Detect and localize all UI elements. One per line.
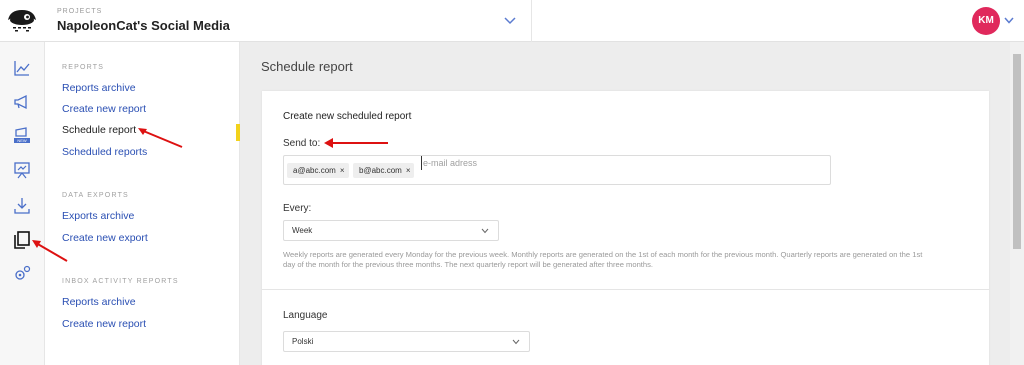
- reports-menu: REPORTS Reports archive Create new repor…: [45, 42, 240, 365]
- schedule-form-card: Create new scheduled report Send to: a@a…: [262, 91, 989, 365]
- reports-section-title: REPORTS: [62, 64, 105, 71]
- settings-icon[interactable]: [12, 264, 32, 284]
- frequency-select[interactable]: Week: [283, 220, 499, 241]
- napoleoncat-logo[interactable]: [4, 3, 40, 39]
- email-input[interactable]: [421, 156, 721, 170]
- language-label: Language: [283, 310, 328, 321]
- projects-label: PROJECTS: [57, 8, 103, 15]
- menu-item-reports-archive[interactable]: Reports archive: [62, 82, 136, 94]
- menu-item-inbox-reports-archive[interactable]: Reports archive: [62, 296, 136, 308]
- menu-item-scheduled-reports[interactable]: Scheduled reports: [62, 146, 147, 158]
- menu-item-create-new-export[interactable]: Create new export: [62, 232, 148, 244]
- scrollbar-thumb[interactable]: [1013, 54, 1021, 249]
- chevron-down-icon[interactable]: [503, 15, 517, 25]
- menu-item-exports-archive[interactable]: Exports archive: [62, 210, 134, 222]
- card-title: Create new scheduled report: [283, 111, 412, 122]
- annotation-arrow-icon: [324, 138, 388, 148]
- annotation-arrow-icon: [138, 128, 183, 148]
- header-divider: [531, 0, 532, 42]
- icon-rail: NEW: [0, 42, 45, 365]
- chevron-down-icon: [512, 339, 520, 345]
- menu-item-inbox-create-new-report[interactable]: Create new report: [62, 318, 146, 330]
- send-to-label: Send to:: [283, 138, 321, 149]
- language-select[interactable]: Polski: [283, 331, 530, 352]
- every-label: Every:: [283, 203, 312, 214]
- user-avatar[interactable]: KM: [972, 7, 1000, 35]
- email-recipients-field[interactable]: a@abc.com × b@abc.com ×: [283, 155, 831, 185]
- megaphone-icon[interactable]: [12, 92, 32, 112]
- page-title: Schedule report: [261, 59, 353, 74]
- inbox-section-title: INBOX ACTIVITY REPORTS: [62, 278, 179, 285]
- project-name: NapoleonCat's Social Media: [57, 18, 230, 33]
- menu-item-schedule-report[interactable]: Schedule report: [62, 124, 136, 136]
- chevron-down-icon[interactable]: [1003, 16, 1015, 25]
- main-content: Schedule report Create new scheduled rep…: [240, 42, 1024, 365]
- close-icon[interactable]: ×: [406, 166, 411, 175]
- frequency-help-text: Weekly reports are generated every Monda…: [283, 250, 923, 269]
- menu-item-create-new-report[interactable]: Create new report: [62, 103, 146, 115]
- annotation-arrow-icon: [32, 240, 68, 262]
- svg-text:NEW: NEW: [17, 138, 27, 143]
- frequency-select-value: Week: [292, 226, 313, 235]
- email-tag: a@abc.com ×: [287, 163, 349, 178]
- data-exports-section-title: DATA EXPORTS: [62, 192, 129, 199]
- close-icon[interactable]: ×: [340, 166, 345, 175]
- email-tag-text: a@abc.com: [293, 166, 336, 175]
- top-bar: PROJECTS NapoleonCat's Social Media KM: [0, 0, 1024, 42]
- email-tag: b@abc.com ×: [353, 163, 414, 178]
- analytics-icon[interactable]: [12, 58, 32, 78]
- project-selector[interactable]: PROJECTS NapoleonCat's Social Media: [57, 8, 230, 33]
- chevron-down-icon: [481, 228, 489, 234]
- email-tag-text: b@abc.com: [359, 166, 402, 175]
- presentation-icon[interactable]: [12, 160, 32, 180]
- reports-icon[interactable]: [12, 230, 32, 250]
- section-divider: [262, 289, 989, 290]
- download-icon[interactable]: [12, 196, 32, 216]
- language-select-value: Polski: [292, 337, 314, 346]
- new-publisher-icon[interactable]: NEW: [12, 126, 32, 146]
